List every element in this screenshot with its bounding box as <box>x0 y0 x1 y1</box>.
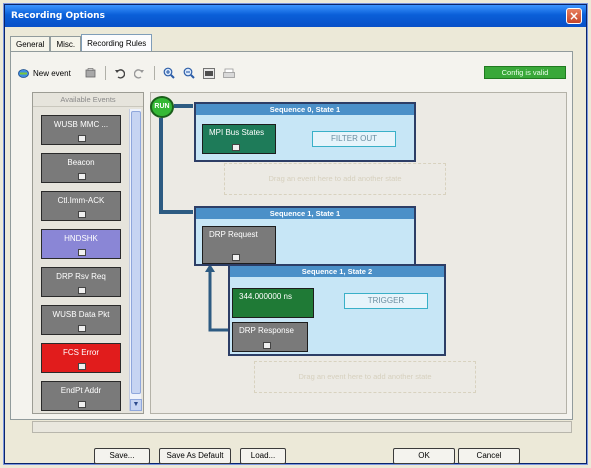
action-filter-out[interactable]: FILTER OUT <box>312 131 396 147</box>
timer-label: 344.000000 ns <box>239 292 292 301</box>
load-button[interactable]: Load... <box>240 448 286 464</box>
event-label: WUSB Data Pkt <box>52 310 110 319</box>
event-handle-icon <box>78 363 86 370</box>
tab-recording-rules[interactable]: Recording Rules <box>81 34 153 52</box>
drop-zone-seq0[interactable]: Drag an event here to add another state <box>224 163 446 195</box>
tab-general[interactable]: General <box>10 36 51 52</box>
state-label: DRP Response <box>239 326 294 335</box>
zoom-out-icon[interactable] <box>182 66 196 80</box>
event-handle-icon <box>78 401 86 408</box>
action-trigger[interactable]: TRIGGER <box>344 293 428 309</box>
event-handle-icon <box>78 287 86 294</box>
event-label: Ctl.Imm-ACK <box>57 196 105 205</box>
state-label: DRP Request <box>209 230 258 239</box>
state-label: MPI Bus States <box>209 128 265 137</box>
state-handle-icon <box>231 254 240 261</box>
event-label: Beacon <box>67 158 95 167</box>
available-events-panel: Available Events WUSB MMC ... Beacon Ctl… <box>32 92 144 414</box>
save-as-default-button[interactable]: Save As Default <box>159 448 231 464</box>
event-handle-icon <box>78 173 86 180</box>
title-bar: Recording Options × <box>5 5 586 27</box>
close-icon[interactable]: × <box>566 8 582 24</box>
event-hndshk[interactable]: HNDSHK <box>41 229 121 259</box>
sequence-title: Sequence 1, State 1 <box>196 208 414 219</box>
state-handle-icon <box>262 342 271 349</box>
cancel-button[interactable]: Cancel <box>458 448 520 464</box>
print-icon[interactable] <box>222 66 236 80</box>
event-label: FCS Error <box>63 348 99 357</box>
config-status-badge: Config is valid <box>484 66 566 79</box>
window-title: Recording Options <box>11 11 105 21</box>
event-ctl-imm-ack[interactable]: Ctl.Imm-ACK <box>41 191 121 221</box>
sequence-title: Sequence 0, State 1 <box>196 104 414 115</box>
event-handle-icon <box>78 249 86 256</box>
event-wusb-mmc[interactable]: WUSB MMC ... <box>41 115 121 145</box>
redo-icon[interactable] <box>133 66 147 80</box>
timer-344ns[interactable]: 344.000000 ns <box>232 288 314 318</box>
event-endpt-addr[interactable]: EndPt Addr <box>41 381 121 411</box>
event-wusb-data-pkt[interactable]: WUSB Data Pkt <box>41 305 121 335</box>
status-strip <box>32 421 572 433</box>
event-label: WUSB MMC ... <box>53 120 109 129</box>
new-event-icon <box>18 68 29 78</box>
drop-zone-seq1[interactable]: Drag an event here to add another state <box>254 361 476 393</box>
state-handle-icon <box>231 144 240 151</box>
tab-misc[interactable]: Misc. <box>50 36 82 52</box>
available-events-header: Available Events <box>33 93 143 107</box>
tab-strip: General Misc. Recording Rules <box>10 34 153 52</box>
zoom-in-icon[interactable] <box>162 66 176 80</box>
delete-icon[interactable] <box>84 66 98 80</box>
event-label: HNDSHK <box>64 234 98 243</box>
scroll-thumb[interactable] <box>131 111 141 394</box>
event-beacon[interactable]: Beacon <box>41 153 121 183</box>
toolbar-separator <box>104 66 106 80</box>
toolbar-separator <box>153 66 155 80</box>
sequence-title: Sequence 1, State 2 <box>230 266 444 277</box>
event-handle-icon <box>78 211 86 218</box>
event-handle-icon <box>78 325 86 332</box>
toolbar: New event <box>18 64 239 82</box>
state-mpi-bus-states[interactable]: MPI Bus States <box>202 124 276 154</box>
ok-button[interactable]: OK <box>393 448 455 464</box>
new-event-label: New event <box>33 68 71 78</box>
save-button[interactable]: Save... <box>94 448 150 464</box>
new-event-button[interactable]: New event <box>18 69 71 78</box>
event-handle-icon <box>78 135 86 142</box>
event-fcs-error[interactable]: FCS Error <box>41 343 121 373</box>
event-drp-rsv-req[interactable]: DRP Rsv Req <box>41 267 121 297</box>
event-label: DRP Rsv Req <box>56 272 106 281</box>
event-label: EndPt Addr <box>60 386 102 395</box>
events-scrollbar[interactable]: ▼ <box>129 109 142 411</box>
undo-icon[interactable] <box>113 66 127 80</box>
state-drp-response[interactable]: DRP Response <box>232 322 308 352</box>
state-drp-request[interactable]: DRP Request <box>202 226 276 264</box>
run-node[interactable]: RUN <box>150 96 174 118</box>
scroll-down-icon[interactable]: ▼ <box>130 399 142 411</box>
fit-view-icon[interactable] <box>202 66 216 80</box>
